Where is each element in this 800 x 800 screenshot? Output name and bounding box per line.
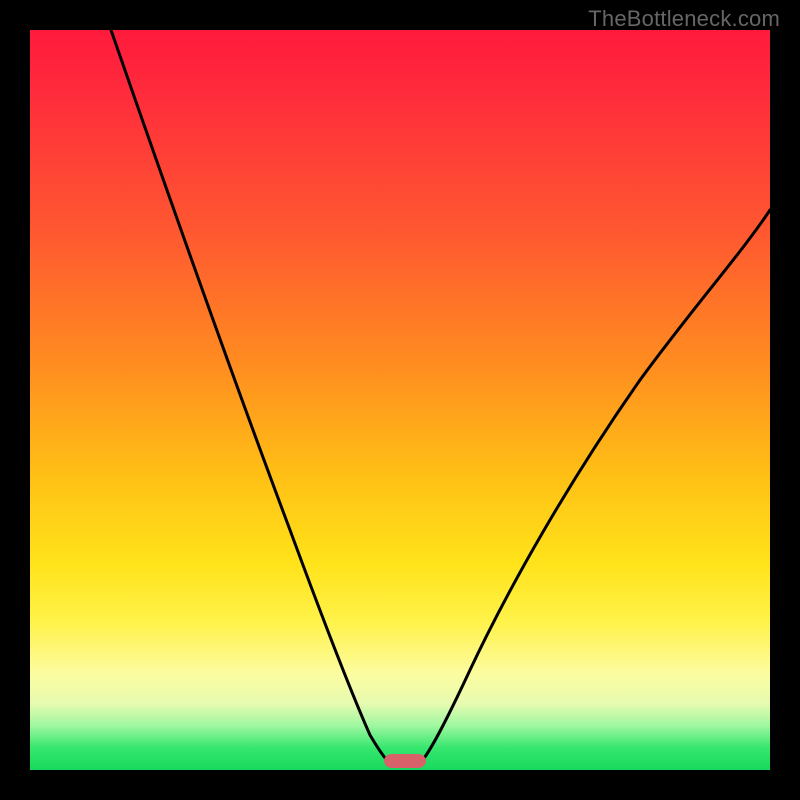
right-bottleneck-curve <box>420 210 770 763</box>
left-bottleneck-curve <box>111 30 390 763</box>
watermark-text: TheBottleneck.com <box>588 6 780 32</box>
bottleneck-marker <box>384 754 426 768</box>
chart-frame: TheBottleneck.com <box>0 0 800 800</box>
plot-area <box>30 30 770 770</box>
curves-layer <box>30 30 770 770</box>
